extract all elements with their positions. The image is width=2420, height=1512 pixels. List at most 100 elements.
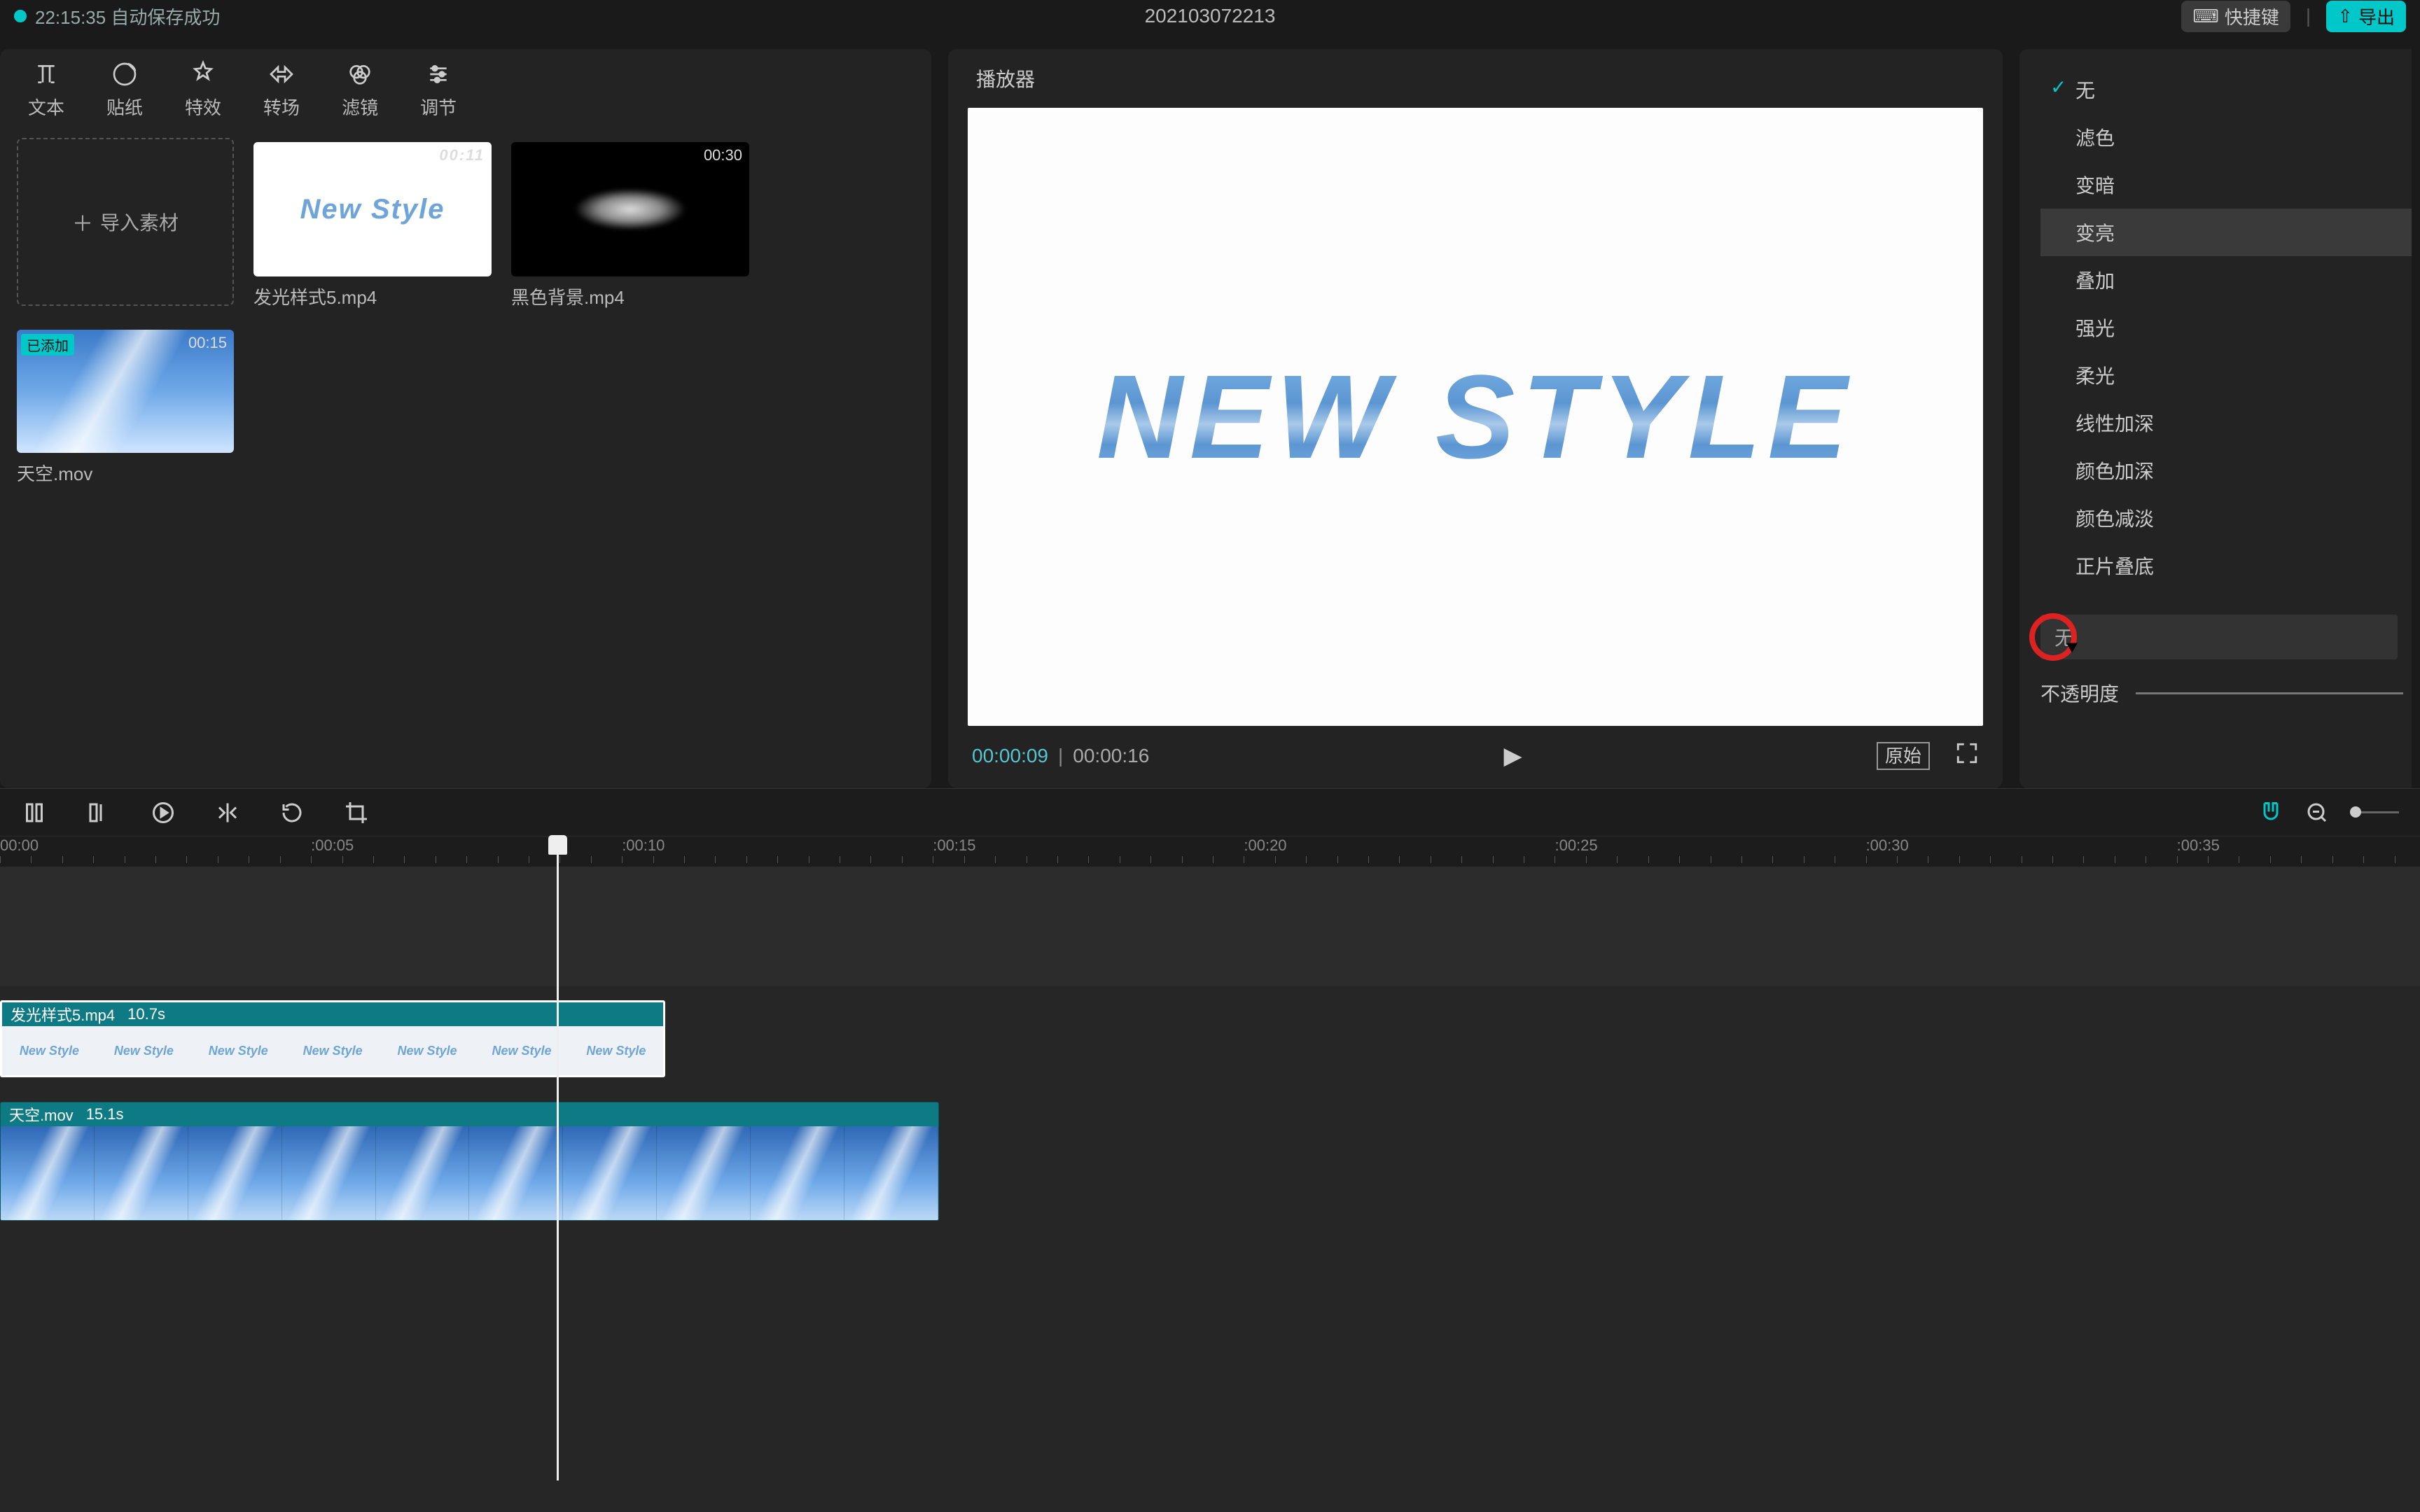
tab-label: 调节 bbox=[420, 94, 457, 120]
ruler-mark: :00:10 bbox=[622, 836, 665, 855]
transition-icon bbox=[267, 60, 295, 88]
player-title: 播放器 bbox=[948, 49, 2003, 108]
tab-label: 文本 bbox=[28, 94, 64, 120]
export-icon: ⇧ bbox=[2337, 6, 2353, 27]
speed-button[interactable] bbox=[150, 799, 176, 826]
tab-filter[interactable]: 滤镜 bbox=[342, 60, 378, 120]
zoom-slider[interactable] bbox=[2350, 811, 2399, 813]
rotate-button[interactable] bbox=[279, 799, 305, 826]
crop-button[interactable] bbox=[343, 799, 370, 826]
time-duration: 00:00:16 bbox=[1073, 745, 1149, 767]
tab-fx[interactable]: 特效 bbox=[185, 60, 221, 120]
blend-option[interactable]: ✓无 bbox=[2040, 66, 2412, 113]
clip-name: 天空.mov bbox=[9, 1103, 74, 1126]
ruler-mark: 00:00 bbox=[0, 836, 39, 855]
delete-left-button[interactable] bbox=[85, 799, 112, 826]
opacity-slider[interactable] bbox=[2136, 692, 2403, 694]
preview-canvas[interactable]: New Style bbox=[968, 108, 1983, 726]
media-duration: 00:11 bbox=[439, 146, 485, 164]
sticker-icon bbox=[111, 60, 139, 88]
blend-mode-select[interactable]: 无 bbox=[2040, 615, 2398, 659]
fx-icon bbox=[189, 60, 217, 88]
blend-option-label: 叠加 bbox=[2075, 270, 2115, 292]
separator: | bbox=[2306, 5, 2311, 27]
blend-option-label: 颜色减淡 bbox=[2075, 508, 2154, 530]
blend-option-label: 强光 bbox=[2075, 318, 2115, 340]
media-item[interactable]: New Style00:11 发光样式5.mp4 bbox=[253, 142, 492, 310]
blend-option[interactable]: 叠加 bbox=[2040, 256, 2412, 304]
filter-icon bbox=[346, 60, 374, 88]
media-name: 天空.mov bbox=[17, 460, 234, 486]
timeline-tracks[interactable]: 发光样式5.mp4 10.7s New StyleNew StyleNew Styl… bbox=[0, 867, 2420, 1512]
blend-option-label: 变暗 bbox=[2075, 175, 2115, 197]
tab-label: 滤镜 bbox=[342, 94, 378, 120]
original-ratio-button[interactable]: 原始 bbox=[1877, 742, 1930, 770]
opacity-label: 不透明度 bbox=[2040, 679, 2119, 707]
media-thumbnail: New Style00:11 bbox=[253, 142, 492, 276]
magnet-button[interactable] bbox=[2258, 799, 2284, 826]
import-label: 导入素材 bbox=[100, 208, 179, 236]
text-icon bbox=[32, 60, 60, 88]
blend-option[interactable]: 正片叠底 bbox=[2040, 542, 2412, 589]
media-name: 黑色背景.mp4 bbox=[511, 284, 749, 309]
media-thumbnail: 00:15已添加 bbox=[17, 330, 234, 453]
tab-label: 转场 bbox=[263, 94, 300, 120]
tab-adjust[interactable]: 调节 bbox=[420, 60, 457, 120]
media-name: 发光样式5.mp4 bbox=[253, 284, 492, 309]
blend-option-label: 正片叠底 bbox=[2075, 556, 2154, 578]
clip-name: 发光样式5.mp4 bbox=[11, 1003, 115, 1026]
ruler-mark: :00:30 bbox=[1866, 836, 1909, 855]
check-icon: ✓ bbox=[2050, 76, 2066, 99]
media-thumbnail: 00:30 bbox=[511, 142, 749, 276]
import-media-button[interactable]: ＋导入素材 bbox=[17, 138, 234, 306]
preview-text: New Style bbox=[1097, 349, 1854, 486]
added-badge: 已添加 bbox=[21, 334, 74, 356]
keyboard-icon: ⌨ bbox=[2192, 6, 2219, 27]
blend-option[interactable]: 颜色减淡 bbox=[2040, 494, 2412, 542]
tab-sticker[interactable]: 贴纸 bbox=[106, 60, 143, 120]
fullscreen-button[interactable] bbox=[1955, 741, 1979, 770]
adjust-icon bbox=[424, 60, 452, 88]
blend-option[interactable]: 颜色加深 bbox=[2040, 447, 2412, 494]
ruler-mark: :00:20 bbox=[1244, 836, 1286, 855]
export-button[interactable]: ⇧ 导出 bbox=[2326, 1, 2406, 32]
ruler-mark: :00:35 bbox=[2177, 836, 2220, 855]
media-item[interactable]: 00:30 黑色背景.mp4 bbox=[511, 142, 749, 310]
blend-option[interactable]: 强光 bbox=[2040, 304, 2412, 351]
timeline-clip[interactable]: 天空.mov 15.1s bbox=[0, 1102, 939, 1221]
ruler-mark: :00:05 bbox=[311, 836, 354, 855]
media-panel: 文本贴纸特效转场滤镜调节 ＋导入素材New Style00:11发光样式5.mp… bbox=[0, 49, 931, 788]
clip-frames: New StyleNew StyleNew StyleNew StyleNew … bbox=[2, 1026, 663, 1075]
ruler-mark: :00:15 bbox=[933, 836, 975, 855]
blend-option[interactable]: 变亮 bbox=[2040, 209, 2412, 256]
timeline-ruler[interactable]: 00:00 :00:05 :00:10 :00:15 :00:20 :00:25 :00:3… bbox=[0, 836, 2420, 867]
timeline: 00:00 :00:05 :00:10 :00:15 :00:20 :00:25 :00:3… bbox=[0, 788, 2420, 1512]
blend-panel: ✓无滤色变暗变亮叠加强光柔光线性加深颜色加深颜色减淡正片叠底 无 不透明度 bbox=[2019, 49, 2412, 788]
split-button[interactable] bbox=[21, 799, 48, 826]
tab-text[interactable]: 文本 bbox=[28, 60, 64, 120]
zoom-out-button[interactable] bbox=[2304, 799, 2330, 826]
clip-header: 天空.mov 15.1s bbox=[1, 1102, 938, 1126]
clip-duration: 10.7s bbox=[127, 1005, 165, 1023]
blend-option-label: 无 bbox=[2075, 80, 2095, 102]
clip-duration: 15.1s bbox=[86, 1105, 124, 1124]
autosave-status: 22:15:35 自动保存成功 bbox=[35, 4, 220, 29]
tab-transition[interactable]: 转场 bbox=[263, 60, 300, 120]
shortcuts-button[interactable]: ⌨ 快捷键 bbox=[2181, 1, 2290, 32]
blend-option[interactable]: 滤色 bbox=[2040, 113, 2412, 161]
tab-label: 贴纸 bbox=[106, 94, 143, 120]
plus-icon: ＋ bbox=[72, 206, 93, 237]
media-item[interactable]: 00:15已添加天空.mov bbox=[17, 330, 234, 486]
ruler-mark: :00:25 bbox=[1555, 836, 1597, 855]
export-label: 导出 bbox=[2358, 4, 2395, 29]
timeline-clip[interactable]: 发光样式5.mp4 10.7s New StyleNew StyleNew Styl… bbox=[0, 1000, 665, 1077]
playhead[interactable] bbox=[557, 836, 559, 1480]
blend-option[interactable]: 线性加深 bbox=[2040, 399, 2412, 447]
blend-option[interactable]: 柔光 bbox=[2040, 351, 2412, 399]
play-button[interactable]: ▶ bbox=[1504, 742, 1522, 770]
mirror-button[interactable] bbox=[214, 799, 241, 826]
shortcuts-label: 快捷键 bbox=[2225, 4, 2279, 29]
time-separator: | bbox=[1058, 745, 1063, 767]
blend-option[interactable]: 变暗 bbox=[2040, 161, 2412, 209]
click-indicator-icon bbox=[2029, 613, 2077, 661]
